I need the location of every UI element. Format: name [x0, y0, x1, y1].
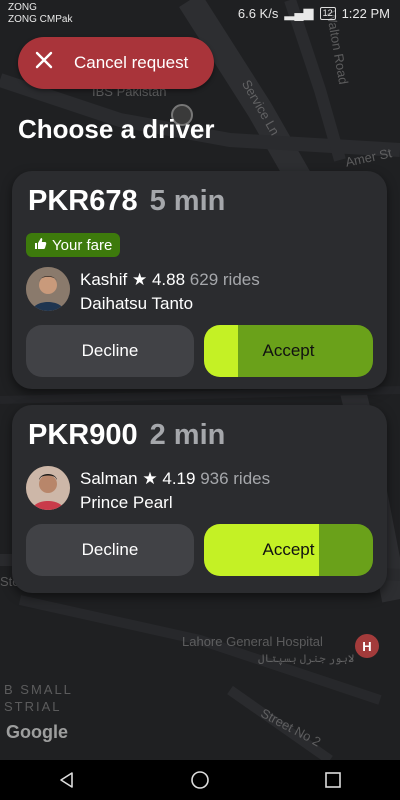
star-icon: ★	[131, 270, 148, 289]
driver-info: Kashif ★ 4.88 629 rides	[80, 270, 260, 290]
driver-avatar[interactable]	[26, 267, 70, 311]
cancel-request-label: Cancel request	[74, 53, 189, 72]
network-speed: 6.6 K/s	[237, 5, 279, 21]
back-icon[interactable]	[47, 760, 87, 800]
driver-name: Kashif	[80, 270, 128, 289]
decline-label: Decline	[81, 341, 139, 360]
driver-name: Salman	[80, 469, 138, 488]
carrier-1: ZONG	[8, 2, 37, 13]
recents-icon[interactable]	[313, 760, 353, 800]
driver-avatar[interactable]	[26, 466, 70, 510]
accept-label: Accept	[262, 341, 315, 360]
driver-rating: 4.19	[162, 469, 196, 488]
star-icon: ★	[142, 469, 158, 488]
decline-button[interactable]: Decline	[26, 325, 194, 377]
close-icon	[34, 50, 74, 76]
accept-button[interactable]: Accept	[204, 325, 373, 377]
map-label-hospital-urdu: لاہور جنرل ہسپتال	[258, 653, 355, 665]
carrier-info: ZONG ZONG CMPak	[8, 2, 72, 26]
driver-rating: 4.88	[151, 270, 186, 289]
your-fare-badge: Your fare	[26, 233, 121, 257]
offer-price-row: PKR678 5 min	[28, 185, 225, 218]
carrier-2: ZONG CMPak	[8, 14, 73, 25]
map-label-strial: STRIAL	[4, 699, 62, 714]
map-label-hospital: Lahore General Hospital	[182, 634, 323, 649]
cancel-request-button[interactable]: Cancel request	[18, 37, 214, 89]
car-model: Prince Pearl	[80, 493, 173, 512]
battery-icon: 12	[319, 6, 336, 20]
clock: 1:22 PM	[341, 5, 390, 21]
hospital-marker-icon[interactable]: H	[355, 634, 379, 658]
map-label-small: B SMALL	[4, 682, 73, 697]
page-title: Choose a driver	[18, 114, 215, 144]
offer-eta: 2 min	[149, 419, 226, 451]
accept-timer-remaining	[318, 524, 373, 576]
offer-price: PKR900	[28, 419, 138, 451]
offer-eta: 5 min	[149, 185, 226, 217]
google-logo: Google	[6, 722, 68, 742]
driver-rides: 936 rides	[200, 469, 271, 488]
offer-price-row: PKR900 2 min	[28, 419, 225, 452]
status-right: 6.6 K/s ▂▄▆ 12 1:22 PM	[238, 5, 390, 21]
offer-card-1: PKR678 5 min Your fare Kashif ★ 4.88 629 …	[12, 171, 387, 389]
accept-button[interactable]: Accept	[204, 524, 373, 576]
driver-info: Salman ★ 4.19 936 rides	[80, 469, 270, 489]
accept-label: Accept	[262, 540, 315, 559]
accept-timer-elapsed	[204, 325, 238, 377]
signal-icon: ▂▄▆	[284, 5, 314, 20]
offer-price: PKR678	[28, 185, 138, 217]
car-model: Daihatsu Tanto	[80, 294, 194, 313]
your-fare-label: Your fare	[52, 236, 113, 254]
system-nav-bar	[0, 760, 400, 800]
driver-rides: 629 rides	[189, 270, 260, 289]
home-icon[interactable]	[180, 760, 220, 800]
thumbs-up-icon	[34, 237, 47, 253]
decline-button[interactable]: Decline	[26, 524, 194, 576]
status-bar: ZONG ZONG CMPak 6.6 K/s ▂▄▆ 12 1:22 PM	[0, 0, 400, 28]
decline-label: Decline	[81, 540, 139, 559]
offer-card-2: PKR900 2 min Salman ★ 4.19 936 rides Prin…	[12, 405, 387, 593]
